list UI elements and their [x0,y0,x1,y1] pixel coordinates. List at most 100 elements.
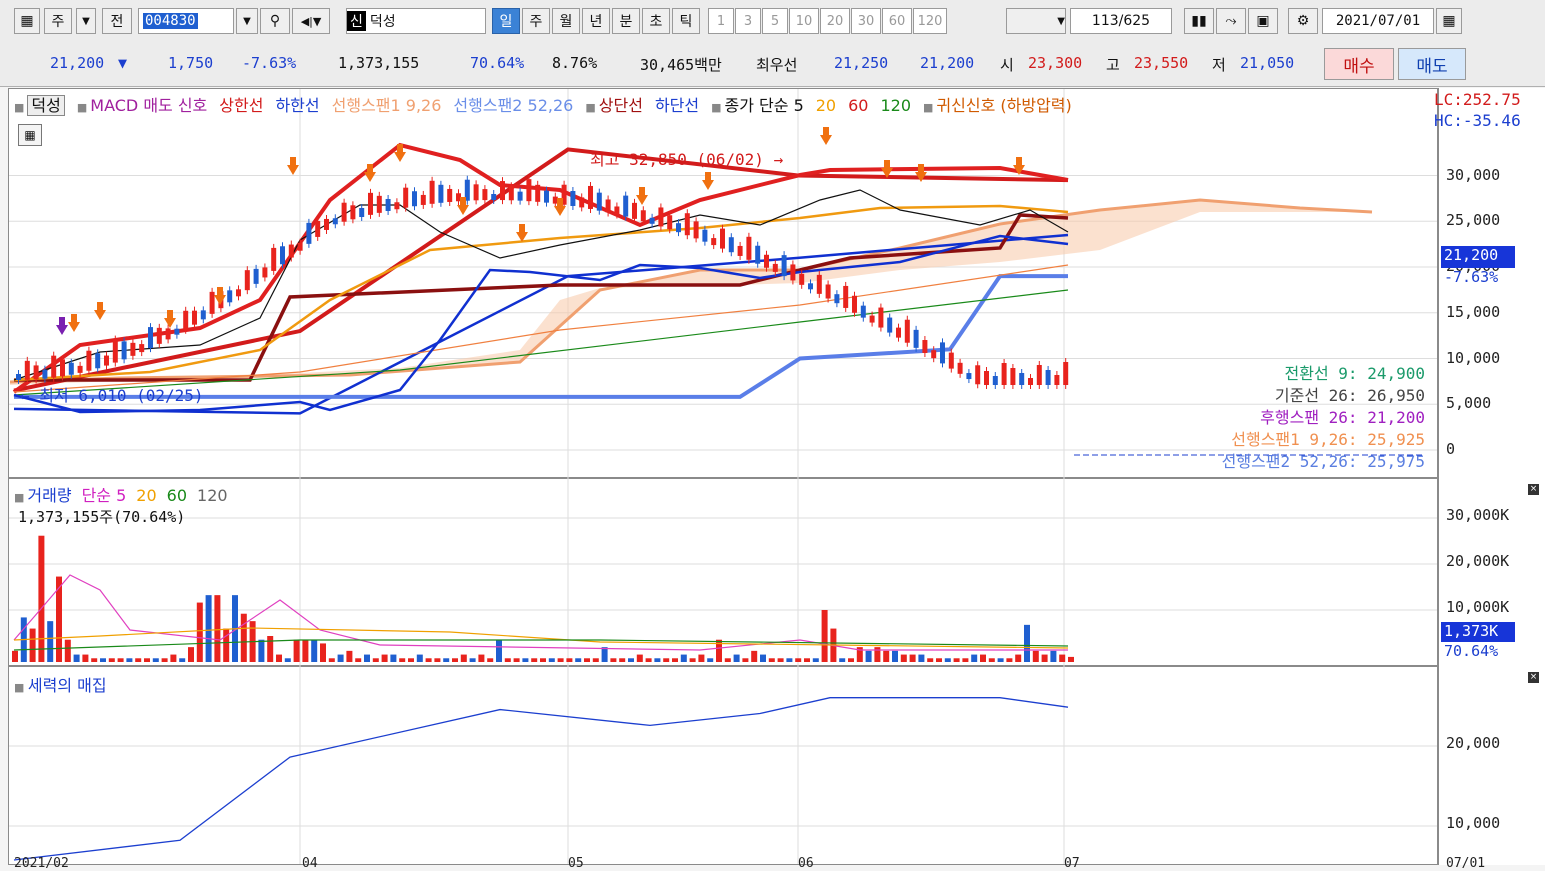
candle-body [315,220,321,237]
volume-ma5-line [13,574,1068,651]
volume-bar [117,658,124,662]
price-legend-item[interactable]: 20 [816,96,836,115]
price-legend-item[interactable]: 종가 단순 5 [725,96,804,115]
volume-bar [584,658,590,662]
price-tick-label: 0 [1446,440,1456,458]
volume-bar [900,654,907,662]
volume-legend-item[interactable]: 단순 5 [82,486,127,505]
power-tick-label: 10,000 [1446,814,1501,832]
candle-body [623,195,629,217]
volume-bar [47,621,54,662]
high-annotation: 최고 32,850 (06/02) → [590,150,784,169]
candle-body [376,195,382,213]
volume-legend-item[interactable]: 거래량 [27,486,71,505]
volume-tick-label: 30,000K [1446,506,1510,524]
signal-arrow-icon [823,127,829,135]
candle-body [473,184,479,201]
candle-body [368,192,373,215]
volume-bar [504,658,511,662]
candle-body [1028,378,1033,385]
volume-bar [760,654,766,662]
candle-body [112,339,118,363]
volume-bar [390,654,397,662]
price-legend-item[interactable]: 60 [848,96,868,115]
signal-arrow-icon [639,187,645,195]
table-toggle-icon[interactable]: ▦ [18,124,42,146]
candle-body [632,202,637,219]
volume-bar [936,658,942,662]
lc-value: LC:252.75 [1434,90,1521,109]
volume-bar [240,613,247,662]
candle-body [940,342,945,364]
volume-ma60-line [13,639,1069,651]
volume-bar [812,658,819,662]
volume-bar [100,658,106,662]
candle-body [412,191,417,207]
candle-body [667,215,673,230]
legend-square-icon: ■ [14,681,28,694]
candle-body [297,242,303,251]
candle-body [535,184,541,202]
candle-body [781,255,787,277]
signal-arrow-icon [397,144,403,152]
volume-bar [575,658,582,662]
price-legend-item[interactable]: MACD 매도 신호 [90,96,207,115]
volume-bar [381,654,388,662]
price-legend-item[interactable]: 귀신신호 (하방압력) [936,96,1071,115]
legend-square-icon: ■ [14,491,25,504]
candle-body [790,264,796,281]
volume-bar [988,658,995,662]
candle-body [491,194,497,201]
signal-arrow-icon [97,302,103,310]
candle-body [1001,363,1007,385]
volume-legend-item[interactable]: 60 [167,486,187,505]
candle-body [984,371,989,385]
volume-bar [170,654,177,662]
candle-body [1036,365,1042,385]
candle-body [1054,375,1060,385]
candle-body [332,218,338,225]
volume-bar [469,658,476,662]
close-icon[interactable]: × [1528,672,1539,683]
price-legend-item[interactable]: 하단선 [655,96,699,115]
candle-body [755,245,761,264]
candle-body [772,263,778,272]
volume-bar [883,650,890,662]
price-legend-item[interactable]: 상단선 [599,96,643,115]
signal-arrow-icon [1016,157,1022,165]
hc-value: HC:-35.46 [1434,111,1521,130]
volume-bar [267,636,274,662]
close-icon[interactable]: × [1528,484,1539,495]
volume-bar [795,658,802,662]
price-legend-item[interactable]: 상한선 [219,96,263,115]
volume-bar [865,650,872,662]
volume-legend-item[interactable]: 20 [136,486,156,505]
date-label: 06 [798,856,814,871]
volume-bar [927,658,934,662]
candle-body [394,202,400,210]
volume-legend-item[interactable]: 120 [197,486,228,505]
candle-body [843,285,849,308]
candle-body [922,340,928,354]
volume-bar [1041,654,1048,662]
volume-bar [408,658,414,662]
price-legend-item[interactable]: 덕성 [27,95,65,116]
price-legend-item[interactable]: 하한선 [275,96,319,115]
low-annotation: ← 최저 6,010 (02/25) [20,386,204,405]
price-legend-item[interactable]: 선행스팬2 52,26 [453,96,573,115]
volume-bar [997,658,1004,662]
candle-body [42,369,48,379]
price-legend-item[interactable]: 선행스팬1 9,26 [332,96,442,115]
signal-arrow-icon [367,164,373,172]
candle-body [579,197,585,208]
price-legend-item[interactable]: 120 [880,96,911,115]
ichimoku-item: 후행스팬 26: 21,200 [1260,408,1425,427]
candle-body [51,355,57,378]
legend-square-icon: ■ [711,101,722,114]
volume-bar [636,654,643,662]
candle-body [271,247,277,271]
volume-bar [707,658,714,662]
legend-square-icon: ■ [923,101,934,114]
volume-bar [126,658,133,662]
candle-body [385,198,391,211]
